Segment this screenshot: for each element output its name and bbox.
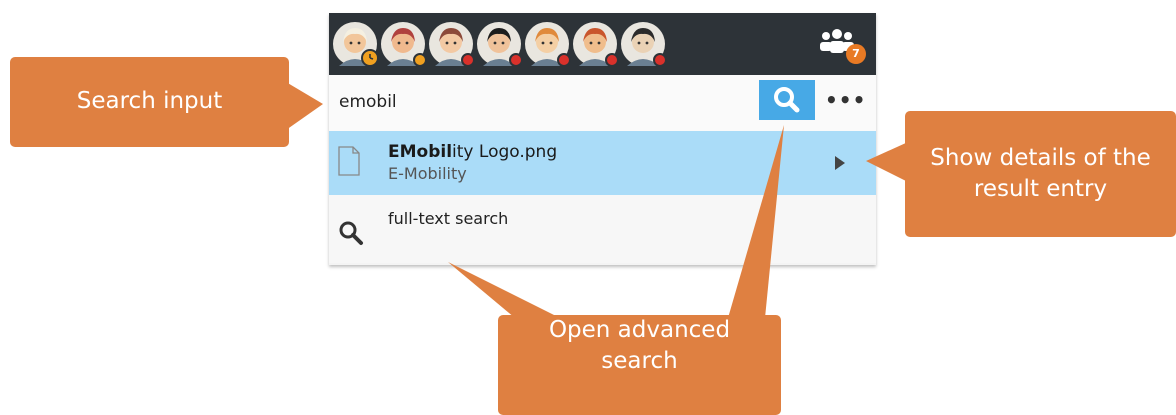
avatar-7[interactable] — [621, 22, 667, 67]
search-result-item[interactable]: EMobility Logo.png E-Mobility — [329, 131, 876, 195]
app-panel: 7 ••• EMobility Logo.png E-Mobility — [329, 13, 876, 265]
full-text-search-label: full-text search — [388, 209, 509, 228]
callout-advanced-search: Open advanced search — [498, 315, 781, 415]
search-input[interactable] — [339, 87, 749, 117]
full-text-search-option[interactable]: full-text search — [329, 195, 876, 263]
status-indicator — [653, 53, 667, 67]
result-file-name: EMobility Logo.png — [388, 142, 557, 162]
pointer-search-input — [286, 82, 323, 130]
status-indicator — [413, 53, 427, 67]
callout-advanced-line-1: Open advanced — [548, 316, 731, 343]
avatar-4[interactable] — [477, 22, 523, 67]
team-button[interactable]: 7 — [819, 28, 866, 68]
callout-details-line-1: Show details of the — [930, 144, 1151, 171]
avatar-5[interactable] — [525, 22, 571, 67]
callout-advanced-line-2: search — [601, 348, 678, 374]
pointer-advanced-fulltext — [448, 262, 560, 318]
callout-show-details: Show details of the result entry — [905, 111, 1176, 237]
away-clock-icon — [361, 49, 379, 67]
avatar-3[interactable] — [429, 22, 475, 67]
file-icon — [338, 146, 360, 176]
chevron-right-icon[interactable] — [834, 155, 846, 171]
search-button[interactable] — [759, 80, 815, 120]
avatar-6[interactable] — [573, 22, 619, 67]
search-icon — [759, 80, 815, 120]
ellipsis-icon: ••• — [825, 88, 867, 112]
callout-search-input-text: Search input — [76, 88, 223, 115]
avatar-2[interactable] — [381, 22, 427, 67]
more-options-button[interactable]: ••• — [825, 87, 865, 113]
status-indicator — [605, 53, 619, 67]
result-location: E-Mobility — [388, 164, 467, 183]
status-indicator — [509, 53, 523, 67]
callout-search-input: Search input — [10, 57, 289, 147]
search-row: ••• — [329, 75, 876, 131]
avatar-1[interactable] — [333, 22, 379, 67]
callout-details-line-2: result entry — [973, 176, 1108, 202]
result-name-match: EMobil — [388, 142, 453, 162]
status-indicator — [461, 53, 475, 67]
result-name-rest: ity Logo.png — [452, 142, 558, 162]
status-indicator — [557, 53, 571, 67]
team-count-badge: 7 — [846, 44, 866, 64]
search-icon — [339, 221, 363, 245]
top-bar: 7 — [329, 13, 876, 75]
